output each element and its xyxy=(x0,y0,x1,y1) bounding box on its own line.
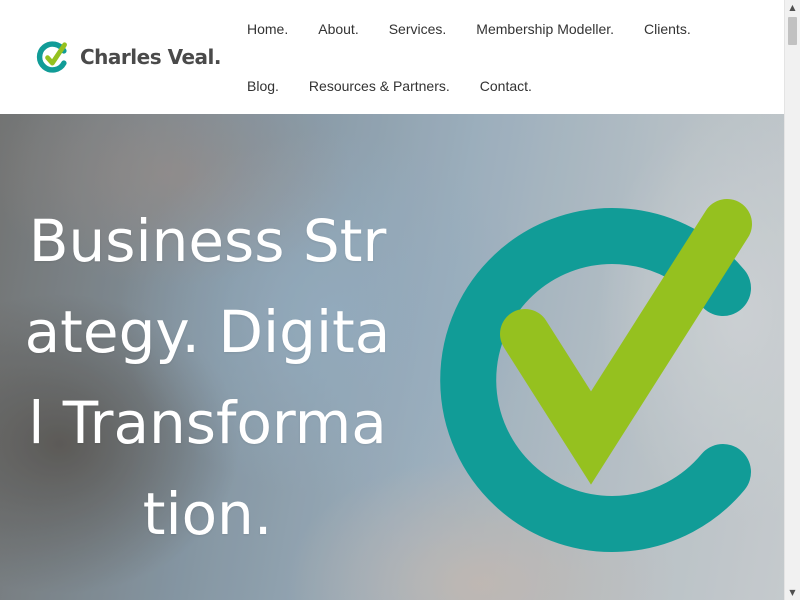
page: Charles Veal. Home. About. Services. Mem… xyxy=(0,0,800,600)
nav-item-blog[interactable]: Blog. xyxy=(232,78,294,94)
check-circle-logo-icon xyxy=(36,41,67,73)
nav-item-about[interactable]: About. xyxy=(303,21,373,37)
nav-item-resources-partners[interactable]: Resources & Partners. xyxy=(294,78,465,94)
hero-banner: Business Strategy. Digital Transformatio… xyxy=(0,114,785,600)
nav-item-contact[interactable]: Contact. xyxy=(465,78,547,94)
vertical-scrollbar[interactable]: ▲ ▼ xyxy=(784,0,800,600)
main-nav: Home. About. Services. Membership Modell… xyxy=(232,0,772,114)
scrollbar-thumb[interactable] xyxy=(788,17,797,45)
nav-item-home[interactable]: Home. xyxy=(232,21,303,37)
check-circle-icon xyxy=(440,199,752,552)
site-header: Charles Veal. Home. About. Services. Mem… xyxy=(0,0,785,114)
nav-item-membership-modeller[interactable]: Membership Modeller. xyxy=(461,21,629,37)
site-logo[interactable]: Charles Veal. xyxy=(36,40,221,74)
nav-row-2: Blog. Resources & Partners. Contact. xyxy=(232,57,772,114)
scroll-up-arrow-icon[interactable]: ▲ xyxy=(785,0,800,15)
logo-text: Charles Veal. xyxy=(80,45,221,69)
nav-item-services[interactable]: Services. xyxy=(374,21,462,37)
nav-item-clients[interactable]: Clients. xyxy=(629,21,706,37)
scroll-down-arrow-icon[interactable]: ▼ xyxy=(785,585,800,600)
hero-title: Business Strategy. Digital Transformatio… xyxy=(24,207,391,548)
nav-row-1: Home. About. Services. Membership Modell… xyxy=(232,0,772,57)
